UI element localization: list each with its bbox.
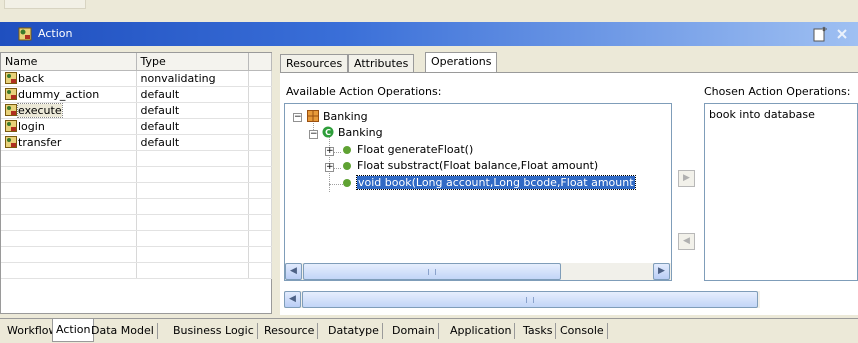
bottom-tab-domain[interactable]: Domain: [389, 323, 439, 339]
action-name-cell[interactable]: execute: [1, 102, 137, 119]
bottom-tab-console[interactable]: Console: [557, 323, 608, 339]
tree-node-class[interactable]: C Banking: [322, 125, 383, 141]
tree-collapse-class[interactable]: −: [309, 130, 318, 139]
method-icon: [343, 179, 351, 187]
action-type-cell[interactable]: default: [136, 102, 249, 119]
actions-table-panel: Name Type back nonvalidating dummy_action d…: [0, 52, 272, 314]
scrollbar-thumb[interactable]: [303, 263, 561, 280]
table-row: [1, 198, 272, 215]
panel-horizontal-scrollbar[interactable]: ◀: [284, 291, 760, 308]
action-view-icon: [18, 27, 32, 41]
svg-text:C: C: [325, 128, 331, 137]
list-item[interactable]: book into database: [709, 108, 815, 121]
tree-node-method-selected[interactable]: void book(Long account,Long bcode,Float …: [343, 175, 636, 191]
ghost-tab: [4, 0, 86, 9]
chosen-operations-list[interactable]: book into database: [704, 103, 858, 281]
action-icon: [5, 88, 17, 100]
method-icon: [343, 146, 351, 154]
action-icon: [5, 104, 17, 116]
available-operations-label: Available Action Operations:: [286, 85, 442, 98]
operations-panel: Available Action Operations: Chosen Acti…: [280, 72, 858, 315]
bottom-tab-datatype[interactable]: Datatype: [325, 323, 383, 339]
bottom-tab-data-model[interactable]: Data Model: [88, 323, 158, 339]
tree-node-method[interactable]: Float substract(Float balance,Float amou…: [343, 158, 598, 174]
action-name-cell[interactable]: login: [1, 118, 137, 135]
class-icon: C: [322, 126, 334, 138]
table-row: [1, 150, 272, 167]
action-type-cell[interactable]: default: [136, 134, 249, 151]
tree-collapse-package[interactable]: −: [293, 113, 302, 122]
column-header-filler: [248, 53, 272, 71]
tab-resources[interactable]: Resources: [280, 54, 349, 72]
table-row[interactable]: dummy_action default: [1, 86, 272, 103]
view-title: Action: [38, 27, 73, 40]
table-row: [1, 166, 272, 183]
table-row[interactable]: execute default: [1, 102, 272, 119]
chosen-operations-label: Chosen Action Operations:: [704, 85, 851, 98]
table-row: [1, 262, 272, 279]
action-type-cell[interactable]: nonvalidating: [136, 70, 249, 87]
table-row: [1, 182, 272, 199]
table-row[interactable]: transfer default: [1, 134, 272, 151]
bottom-tab-tasks[interactable]: Tasks: [520, 323, 557, 339]
class-label: Banking: [338, 126, 383, 139]
bottom-tab-business-logic[interactable]: Business Logic: [170, 323, 258, 339]
bottom-tab-application[interactable]: Application: [447, 323, 516, 339]
table-row[interactable]: back nonvalidating: [1, 70, 272, 87]
action-name: login: [18, 120, 45, 133]
action-type-cell[interactable]: default: [136, 118, 249, 135]
available-operations-tree[interactable]: − Banking − C Banking + Float generateFl…: [284, 103, 672, 281]
editor-bottom-tabs: Workflow Action Data Model Business Logic Re…: [0, 318, 858, 343]
action-name-cell[interactable]: transfer: [1, 134, 137, 151]
table-row: [1, 246, 272, 263]
package-icon: [307, 110, 319, 122]
tree-expand-method-1[interactable]: +: [325, 147, 334, 156]
package-label: Banking: [323, 110, 368, 123]
bottom-tab-resource[interactable]: Resource: [261, 323, 319, 339]
scroll-left-button[interactable]: ◀: [284, 291, 301, 308]
tree-horizontal-scrollbar[interactable]: ◀ ▶: [285, 263, 671, 280]
action-name: back: [18, 72, 45, 85]
tab-attributes[interactable]: Attributes: [348, 54, 415, 72]
action-icon: [5, 136, 17, 148]
tree-node-method[interactable]: Float generateFloat(): [343, 142, 473, 158]
table-row: [1, 214, 272, 231]
view-titlebar: Action: [0, 22, 858, 46]
action-icon: [5, 72, 17, 84]
remove-operation-button[interactable]: ◀: [678, 233, 695, 250]
action-type-cell[interactable]: default: [136, 86, 249, 103]
actions-table: Name Type back nonvalidating dummy_action d…: [1, 53, 272, 279]
tab-operations[interactable]: Operations: [425, 52, 498, 73]
column-header-type[interactable]: Type: [136, 53, 249, 71]
tree-expand-method-2[interactable]: +: [325, 163, 334, 172]
close-view-icon[interactable]: [834, 26, 850, 42]
scroll-right-button[interactable]: ▶: [653, 263, 670, 280]
tree-node-package[interactable]: Banking: [307, 109, 368, 125]
action-name: dummy_action: [18, 88, 100, 101]
top-strip: [0, 0, 858, 22]
column-header-name[interactable]: Name: [1, 53, 137, 71]
action-name-cell[interactable]: back: [1, 70, 137, 87]
scrollbar-thumb[interactable]: [302, 291, 758, 308]
table-row: [1, 230, 272, 247]
method-icon: [343, 162, 351, 170]
action-name-cell[interactable]: dummy_action: [1, 86, 137, 103]
action-icon: [5, 120, 17, 132]
action-name: transfer: [18, 136, 62, 149]
new-document-icon[interactable]: [812, 26, 828, 42]
scroll-left-button[interactable]: ◀: [285, 263, 302, 280]
action-name: execute: [17, 103, 63, 118]
add-operation-button[interactable]: ▶: [678, 170, 695, 187]
table-row[interactable]: login default: [1, 118, 272, 135]
